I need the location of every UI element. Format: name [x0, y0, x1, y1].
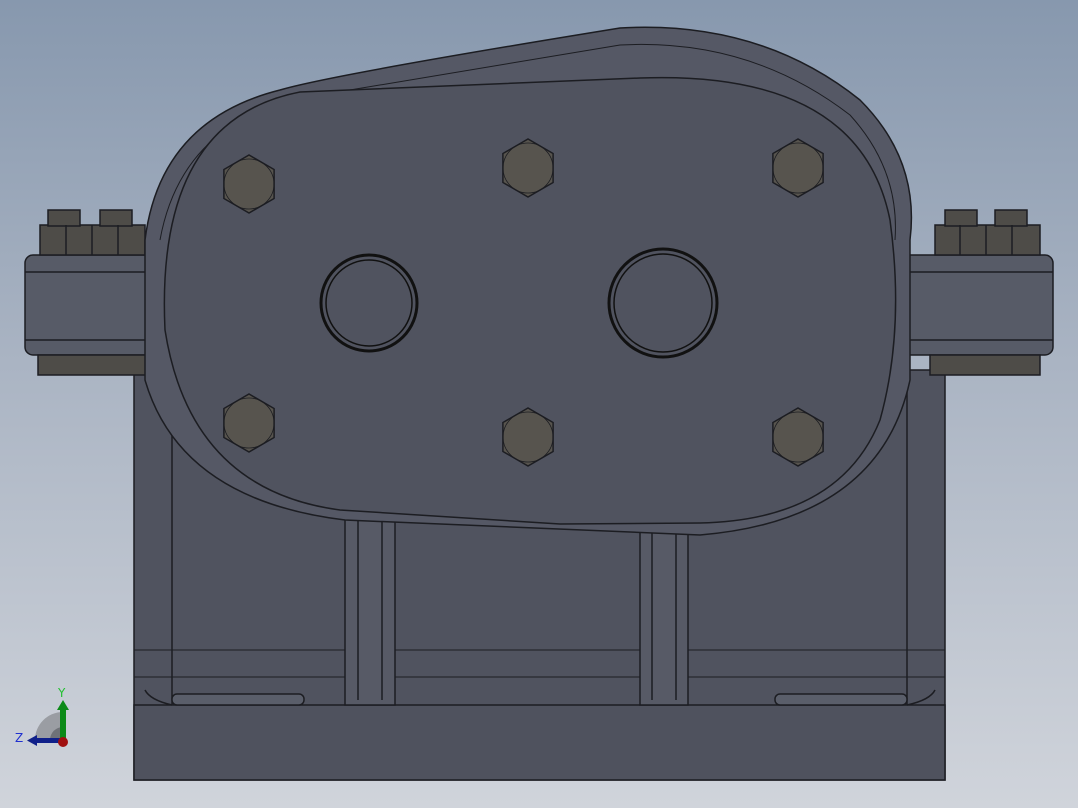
bearing-bore-right[interactable]: [607, 247, 719, 359]
view-orientation-triad: Y Z: [10, 680, 80, 750]
bearing-bore-left[interactable]: [319, 253, 419, 353]
rib-right: [639, 524, 689, 706]
cad-viewport[interactable]: [0, 0, 1078, 808]
z-axis-label: Z: [15, 731, 24, 745]
y-axis-label: Y: [58, 686, 66, 700]
x-axis-dot: [58, 737, 68, 747]
y-axis-arrow: [60, 708, 66, 740]
base-plinth[interactable]: [133, 704, 946, 781]
rib-left: [344, 504, 396, 706]
